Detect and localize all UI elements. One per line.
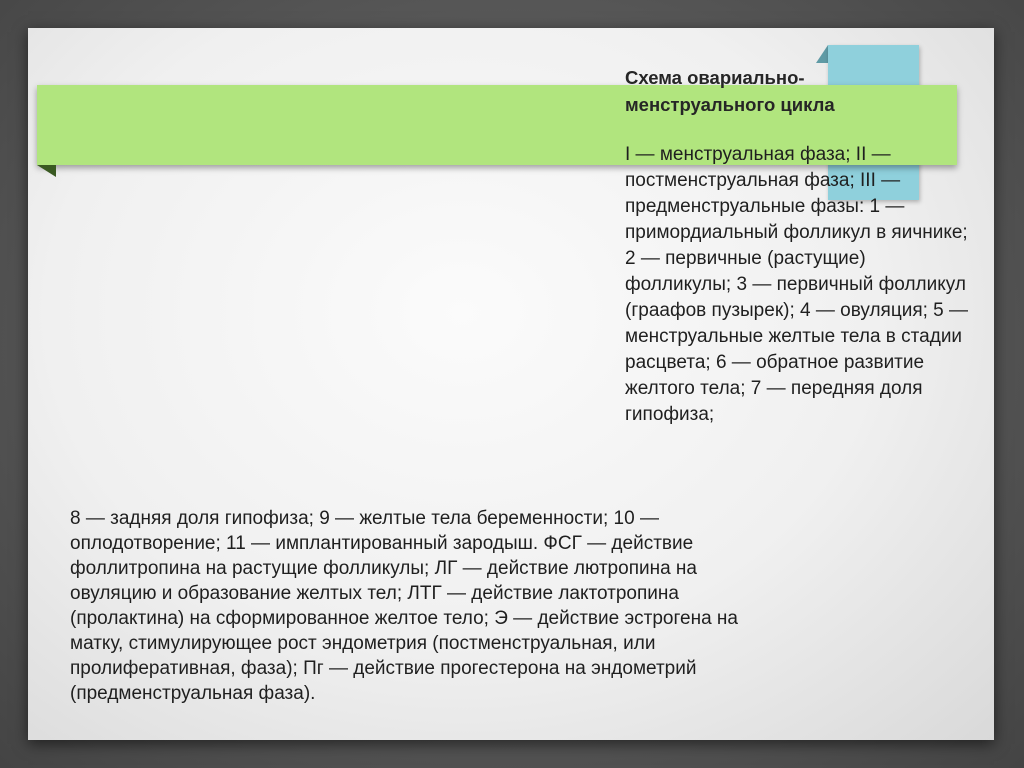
title-band-fold	[37, 165, 56, 177]
tab-fold-decoration	[816, 45, 828, 63]
slide-title: Схема овариально- менструального цикла	[625, 67, 835, 115]
body-paragraph: 8 — задняя доля гипофиза; 9 — желтые тел…	[70, 508, 738, 704]
figure-caption: I — менструальная фаза; II — постменстру…	[625, 144, 969, 425]
